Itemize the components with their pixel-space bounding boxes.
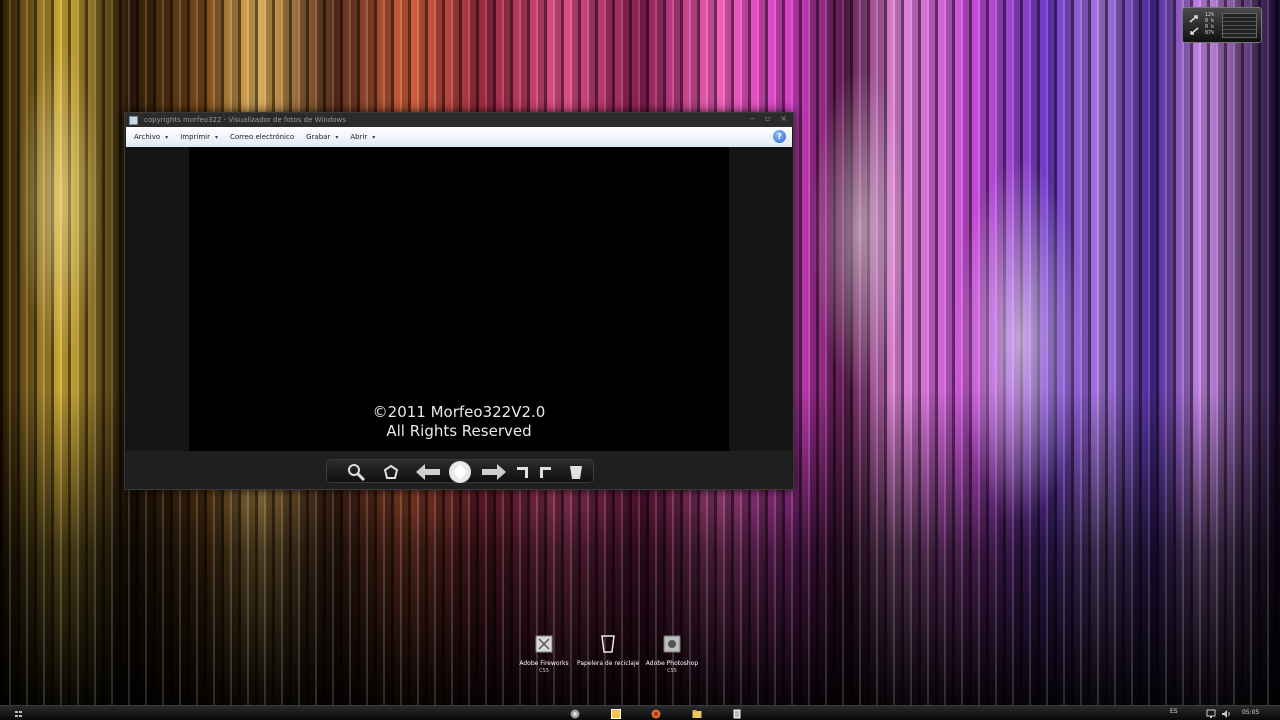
minimize-icon[interactable]: ‒ [750,114,755,123]
desktop-icon-sublabel: CS5 [539,668,549,674]
gadget-graph [1222,13,1257,38]
desktop-icon-sublabel: CS5 [667,668,677,674]
chevron-down-icon: ▾ [372,133,376,141]
desktop-icon-recycle-bin[interactable]: Papelera de reciclaje [577,634,639,668]
menu-label: Correo electrónico [230,133,295,141]
taskbar: ES 05:05 [0,705,1280,720]
arrow-right-icon [482,464,506,480]
rotate-left-icon [517,467,528,478]
gallery-icon [383,464,399,479]
next-button[interactable] [477,460,511,484]
chrome-icon[interactable] [570,709,580,719]
slideshow-button[interactable] [445,460,475,484]
delete-icon [570,466,582,479]
menu-label: Archivo [134,133,161,141]
menu-label: Imprimir [180,133,210,141]
menu-label: Abrir [350,133,368,141]
window-title: copyrights morfeo322 - Visualizador de f… [144,116,346,124]
chevron-down-icon: ▾ [335,133,339,141]
notepad-icon[interactable] [732,709,742,719]
menu-label: Grabar [306,133,331,141]
image-viewport: ©2011 Morfeo322V2.0 All Rights Reserved [126,147,792,451]
menu-imprimir[interactable]: Imprimir ▾ [180,133,218,141]
photo-viewer-icon [129,115,138,125]
rotate-left-button[interactable] [513,460,533,484]
slideshow-icon [449,461,471,483]
photo-text-line1: ©2011 Morfeo322V2.0 [372,403,546,421]
firefox-icon[interactable] [651,709,661,719]
zoom-button[interactable] [341,460,371,484]
arrow-left-icon [416,464,440,480]
previous-button[interactable] [411,460,445,484]
photoshop-icon [663,635,681,653]
start-icon[interactable] [14,709,24,719]
caption-buttons: ‒ ▫ × [750,114,787,123]
gallery-button[interactable] [377,460,405,484]
navigation-controls [326,459,594,483]
desktop-icon-label: Papelera de reciclaje [577,660,640,667]
menu-abrir[interactable]: Abrir ▾ [350,133,375,141]
command-bar: Archivo ▾ Imprimir ▾ Correo electrónico … [126,127,792,147]
displayed-photo: ©2011 Morfeo322V2.0 All Rights Reserved [189,147,729,451]
system-monitor-gadget[interactable]: 12% 0 k 0 k 87% [1182,7,1262,43]
clock[interactable]: 05:05 [1242,709,1259,716]
maximize-icon[interactable]: ▫ [765,114,770,123]
delete-button[interactable] [563,460,589,484]
photo-text-line2: All Rights Reserved [386,422,532,440]
menu-correo[interactable]: Correo electrónico [230,133,294,141]
chevron-down-icon: ▾ [165,133,169,141]
rotate-right-icon [540,467,551,478]
window-titlebar[interactable]: copyrights morfeo322 - Visualizador de f… [125,113,793,127]
chevron-down-icon: ▾ [214,133,218,141]
photo-viewer-icon[interactable] [611,709,621,719]
photo-viewer-window[interactable]: copyrights morfeo322 - Visualizador de f… [124,112,794,490]
desktop-icon-photoshop[interactable]: Adobe Photoshop CS5 [641,634,703,675]
help-button[interactable]: ? [773,130,786,143]
rotate-right-button[interactable] [535,460,555,484]
search-icon [348,464,366,481]
explorer-icon[interactable] [692,709,702,719]
volume-icon[interactable] [1221,709,1231,719]
photo-text: ©2011 Morfeo322V2.0 All Rights Reserved [189,403,729,441]
menu-archivo[interactable]: Archivo ▾ [134,133,168,141]
gadget-line: 87% [1205,30,1215,36]
menu-grabar[interactable]: Grabar ▾ [306,133,338,141]
network-icon[interactable] [1206,709,1216,719]
desktop-icon-label: Adobe Fireworks [519,660,569,667]
desktop-icon-fireworks[interactable]: Adobe Fireworks CS5 [513,634,575,675]
recycle-bin-icon [601,635,615,653]
language-indicator[interactable]: ES [1170,708,1178,715]
close-icon[interactable]: × [780,114,787,123]
desktop-icon-label: Adobe Photoshop [645,660,699,667]
navigation-bar [126,451,792,489]
fireworks-icon [535,635,553,653]
network-icon [1189,15,1199,35]
gadget-readout: 12% 0 k 0 k 87% [1205,12,1214,36]
